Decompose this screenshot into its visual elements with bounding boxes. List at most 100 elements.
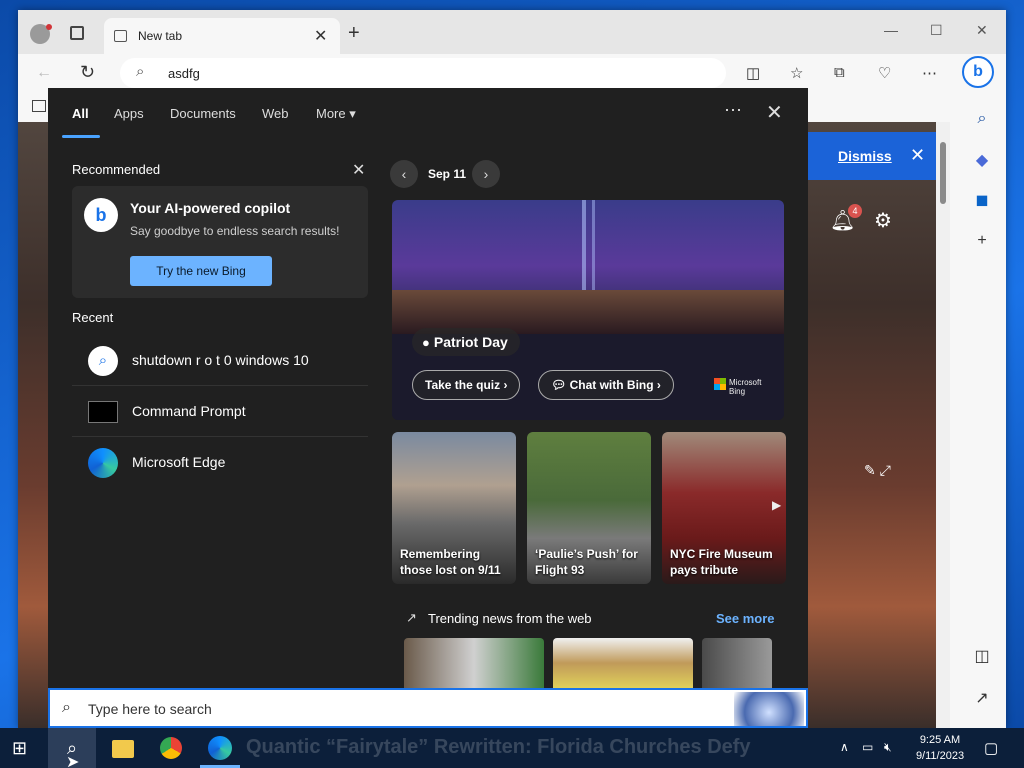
see-more-link[interactable]: See more [716, 611, 775, 626]
browser-essentials-icon[interactable]: ♡ [878, 64, 891, 82]
search-scope-tabs: All Apps Documents Web More ▾ ⋯ ✕ [48, 88, 808, 138]
chevron-up-icon[interactable]: ∧ [840, 740, 849, 754]
page-tools-icons[interactable]: ✎ ⤢ [864, 462, 891, 479]
trending-news-thumbnail[interactable] [702, 638, 772, 688]
address-bar[interactable]: ⌕ asdfg [120, 58, 726, 88]
page-scrollbar[interactable] [936, 122, 950, 728]
search-highlight-hero[interactable]: ● Patriot Day Take the quiz › 💬︎ Chat wit… [392, 200, 784, 420]
try-new-bing-button[interactable]: Try the new Bing [130, 256, 272, 286]
page-icon [114, 30, 127, 42]
minimize-button[interactable]: — [884, 22, 898, 38]
recent-item[interactable]: Command Prompt [72, 387, 368, 437]
tab-more[interactable]: More ▾ [316, 106, 356, 122]
outlook-icon[interactable]: ◼ [972, 190, 992, 210]
chat-with-bing-button[interactable]: 💬︎ Chat with Bing › [538, 370, 674, 400]
maximize-button[interactable]: ☐ [930, 22, 943, 39]
search-highlight-icon [734, 692, 804, 726]
news-caption: ‘Paulie’s Push’ for Flight 93 [535, 547, 638, 577]
search-icon: ⌕ [136, 63, 145, 80]
copilot-promo-card: b Your AI-powered copilot Say goodbye to… [72, 186, 368, 298]
tab-web[interactable]: Web [262, 106, 289, 121]
recent-item-label: Microsoft Edge [132, 454, 226, 470]
chat-button-label: Chat with Bing [569, 378, 654, 392]
favorites-star-icon[interactable]: ☆ [790, 64, 803, 82]
close-icon[interactable]: ✕ [352, 160, 365, 180]
collections-icon[interactable]: ⧉ [834, 64, 845, 81]
background-headline-text: Quantic “Fairytale” Rewritten: Florida C… [246, 736, 751, 758]
promo-banner: Dismiss ✕ [806, 132, 936, 180]
close-icon[interactable]: ✕ [766, 100, 783, 125]
external-link-icon[interactable]: ↗ [972, 688, 992, 708]
news-card[interactable]: NYC Fire Museum pays tribute [662, 432, 786, 584]
news-card[interactable]: Remembering those lost on 9/11 [392, 432, 516, 584]
search-icon[interactable]: ⌕ [972, 110, 992, 128]
close-window-button[interactable]: ✕ [976, 22, 988, 39]
split-screen-icon[interactable]: ◫ [746, 64, 760, 82]
copilot-icon[interactable]: ◆ [972, 150, 992, 170]
scrollbar-thumb[interactable] [940, 142, 946, 204]
sidebar-toggle-icon[interactable]: ◫ [972, 646, 992, 666]
volume-muted-icon[interactable]: 🔇︎ [884, 740, 892, 755]
search-icon: ⌕ [62, 699, 71, 716]
chat-bubble-icon: 💬︎ [551, 378, 567, 392]
microsoft-bing-logo: Microsoft Bing [714, 378, 761, 396]
previous-day-button[interactable]: ‹ [390, 160, 418, 188]
trending-news-thumbnail[interactable] [553, 638, 693, 688]
chrome-icon[interactable] [160, 737, 182, 759]
windows-start-icon[interactable]: ⊞ [12, 738, 27, 759]
trending-news-thumbnail[interactable] [404, 638, 544, 688]
bing-copilot-button[interactable]: b [962, 56, 994, 88]
dismiss-link[interactable]: Dismiss [838, 148, 892, 164]
mouse-cursor-icon: ➤ [66, 754, 80, 768]
taskbar: ⊞ ⌕ Quantic “Fairytale” Rewritten: Flori… [0, 728, 1024, 768]
quiz-button-label: Take the quiz [425, 378, 501, 392]
search-input[interactable] [88, 698, 688, 720]
action-center-icon[interactable]: ▢ [984, 739, 998, 757]
recent-item-label: Command Prompt [132, 403, 246, 419]
recent-heading: Recent [72, 310, 114, 325]
file-explorer-icon[interactable] [112, 740, 134, 758]
tab-actions-icon[interactable] [70, 26, 84, 40]
chevron-right-icon: › [656, 378, 661, 392]
back-button[interactable]: ← [36, 64, 52, 82]
windows-search-flyout: All Apps Documents Web More ▾ ⋯ ✕ Recomm… [48, 88, 808, 688]
settings-more-icon[interactable]: ⋯ [922, 64, 937, 82]
microsoft-logo-icon [714, 378, 726, 390]
browser-tab-new-tab[interactable]: New tab ✕ [104, 18, 340, 54]
trending-heading: Trending news from the web [428, 611, 592, 626]
take-quiz-button[interactable]: Take the quiz › [412, 370, 521, 400]
tab-apps[interactable]: Apps [114, 106, 144, 121]
search-icon: ⌕ [88, 346, 118, 376]
tab-all[interactable]: All [72, 106, 89, 121]
tab-documents[interactable]: Documents [170, 106, 236, 121]
news-caption: NYC Fire Museum pays tribute [670, 547, 773, 577]
taskbar-search-box[interactable]: ⌕ [48, 688, 808, 728]
chevron-down-icon: ▾ [349, 106, 356, 121]
recent-item[interactable]: Microsoft Edge [72, 438, 368, 488]
refresh-button[interactable]: ↻ [80, 62, 95, 83]
recent-item[interactable]: ⌕ shutdown r o t 0 windows 10 [72, 336, 368, 386]
command-prompt-icon [88, 401, 118, 423]
recommended-heading: Recommended [72, 162, 161, 177]
close-icon[interactable]: ✕ [910, 145, 925, 166]
edge-icon[interactable] [208, 736, 232, 760]
next-day-button[interactable]: › [472, 160, 500, 188]
profile-notification-dot [46, 24, 52, 30]
network-icon[interactable]: ▭ [862, 740, 873, 754]
carousel-next-icon[interactable]: ▶ [772, 498, 781, 512]
edge-sidebar: ⌕ ◆ ◼ + ◫ ↗ [958, 94, 1006, 728]
favorites-folder-icon[interactable] [32, 100, 46, 112]
gear-icon[interactable]: ⚙ [874, 208, 892, 233]
tab-close-icon[interactable]: ✕ [314, 26, 327, 46]
highlight-date: Sep 11 [428, 167, 467, 181]
card-subtitle: Say goodbye to endless search results! [130, 224, 340, 238]
tab-more-label: More [316, 106, 346, 121]
news-card[interactable]: ‘Paulie’s Push’ for Flight 93 [527, 432, 651, 584]
more-options-icon[interactable]: ⋯ [724, 100, 742, 121]
new-tab-button[interactable]: + [348, 22, 360, 45]
clock-time: 9:25 AM [919, 734, 961, 746]
highlight-title-pill[interactable]: ● Patriot Day [412, 328, 520, 356]
add-sidebar-item-icon[interactable]: + [972, 232, 992, 250]
system-clock[interactable]: 9:25 AM 9/11/2023 [910, 732, 970, 764]
active-tab-indicator [62, 135, 100, 138]
